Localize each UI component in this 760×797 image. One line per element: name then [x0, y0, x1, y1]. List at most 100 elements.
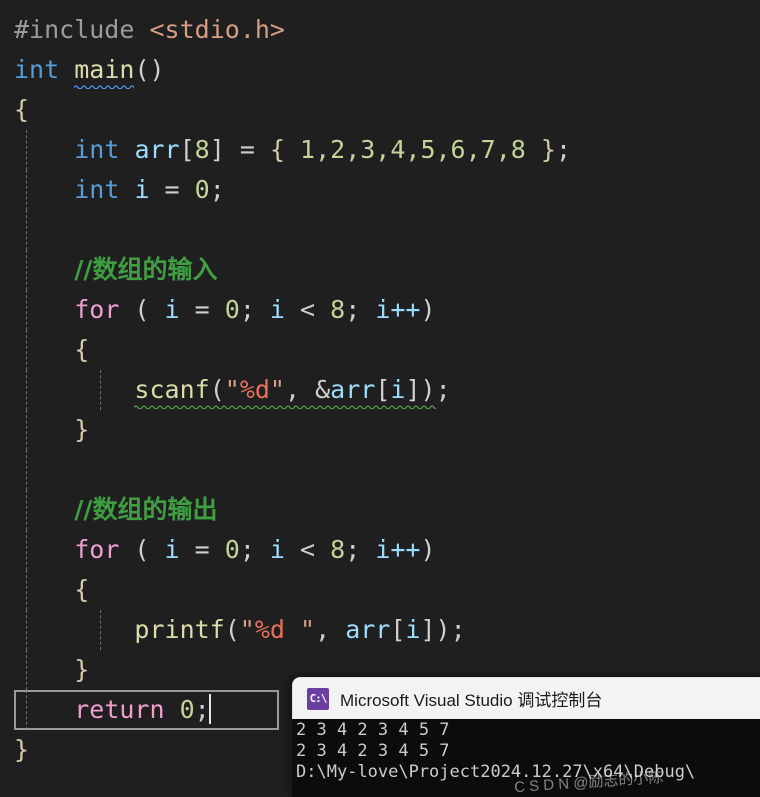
code-line-printf[interactable]: printf("%d ", arr[i]);: [0, 610, 760, 650]
paren-close: ): [420, 295, 436, 324]
paren-close: ): [420, 375, 436, 404]
variable-i: i: [269, 535, 285, 564]
indent-guide: [26, 290, 27, 330]
bracket-open: [: [179, 135, 195, 164]
code-line-open-brace[interactable]: {: [0, 90, 760, 130]
number-zero: 0: [224, 295, 240, 324]
keyword-for: for: [74, 295, 120, 324]
console-output-line: 2 3 4 2 3 4 5 7: [296, 720, 450, 740]
code-line-i-declaration[interactable]: int i = 0;: [0, 170, 760, 210]
text-caret: [208, 694, 211, 724]
semicolon-separator: ;: [239, 535, 270, 564]
console-window-title: Microsoft Visual Studio 调试控制台: [340, 691, 603, 710]
array-initializer-values: 1,2,3,4,5,6,7,8: [300, 135, 526, 164]
code-line-for-input-open-brace[interactable]: {: [0, 330, 760, 370]
quote-close: ": [300, 615, 316, 644]
loop-limit: 8: [330, 295, 346, 324]
semicolon: ;: [450, 615, 466, 644]
keyword-int: int: [74, 175, 120, 204]
code-line-blank[interactable]: [0, 450, 760, 490]
indent-guide: [26, 610, 27, 650]
function-scanf: scanf: [134, 375, 210, 404]
keyword-int: int: [14, 55, 60, 84]
increment-expression: i++: [375, 535, 421, 564]
number-zero: 0: [224, 535, 240, 564]
code-line-comment-input[interactable]: //数组的输入: [0, 250, 760, 290]
keyword-int: int: [74, 135, 120, 164]
bracket-close: ]: [209, 135, 225, 164]
indent-guide: [26, 330, 27, 370]
indent-guide: [26, 570, 27, 610]
code-line-for-input[interactable]: for ( i = 0; i < 8; i++): [0, 290, 760, 330]
code-line-comment-output[interactable]: //数组的输出: [0, 490, 760, 530]
comma: ,: [284, 375, 316, 404]
format-specifier: %d: [254, 615, 301, 644]
code-line-blank[interactable]: [0, 210, 760, 250]
bracket-close: ]: [420, 615, 436, 644]
code-line-for-input-close-brace[interactable]: }: [0, 410, 760, 450]
indent-guide: [26, 690, 27, 730]
variable-arr: arr: [134, 135, 180, 164]
brace-open: {: [74, 575, 90, 604]
paren-close: ): [420, 535, 436, 564]
quote-close: ": [269, 375, 285, 404]
keyword-return: return: [74, 695, 165, 724]
indent-guide: [26, 410, 27, 450]
paren-close: ): [435, 615, 451, 644]
indent-guide: [26, 370, 27, 410]
address-of-operator: &: [315, 375, 331, 404]
brace-open: {: [74, 335, 90, 364]
code-line-scanf[interactable]: scanf("%d", &arr[i]);: [0, 370, 760, 410]
loop-limit: 8: [330, 535, 346, 564]
code-line-main[interactable]: int main(): [0, 50, 760, 90]
code-line-array-declaration[interactable]: int arr[8] = { 1,2,3,4,5,6,7,8 };: [0, 130, 760, 170]
paren-open: (: [119, 295, 165, 324]
initializer-open: {: [269, 135, 301, 164]
debug-console-window[interactable]: C:\ Microsoft Visual Studio 调试控制台 2 3 4 …: [292, 677, 760, 797]
variable-arr: arr: [345, 615, 391, 644]
initializer-close: }: [525, 135, 556, 164]
scanf-statement: scanf("%d", &arr[i]): [134, 370, 436, 410]
indent-guide: [100, 610, 101, 650]
code-line-include[interactable]: #include <stdio.h>: [0, 10, 760, 50]
code-line-for-output[interactable]: for ( i = 0; i < 8; i++): [0, 530, 760, 570]
variable-i: i: [390, 375, 406, 404]
indent-guide: [26, 210, 27, 250]
code-line-for-output-open-brace[interactable]: {: [0, 570, 760, 610]
semicolon: ;: [435, 375, 451, 404]
console-output-area[interactable]: 2 3 4 2 3 4 5 7 2 3 4 2 3 4 5 7 D:\My-lo…: [292, 719, 760, 797]
quote-open: ": [224, 375, 240, 404]
variable-i: i: [134, 175, 150, 204]
less-than-operator: <: [284, 295, 331, 324]
console-titlebar[interactable]: C:\ Microsoft Visual Studio 调试控制台: [292, 677, 760, 719]
variable-i: i: [405, 615, 421, 644]
indent-guide: [26, 490, 27, 530]
assign-operator: =: [224, 135, 270, 164]
include-header: <stdio.h>: [149, 15, 285, 44]
semicolon: ;: [194, 695, 210, 724]
console-output-line: 2 3 4 2 3 4 5 7: [296, 741, 450, 761]
brace-open: {: [14, 95, 30, 124]
array-size: 8: [194, 135, 210, 164]
less-than-operator: <: [284, 535, 331, 564]
increment-expression: i++: [375, 295, 421, 324]
indent-guide: [26, 530, 27, 570]
indent-guide: [26, 450, 27, 490]
indent-guide: [26, 130, 27, 170]
format-specifier: %d: [239, 375, 270, 404]
assign-operator: =: [149, 175, 195, 204]
paren-open: (: [119, 535, 165, 564]
console-app-icon: C:\: [307, 687, 329, 710]
paren-open: (: [224, 615, 240, 644]
